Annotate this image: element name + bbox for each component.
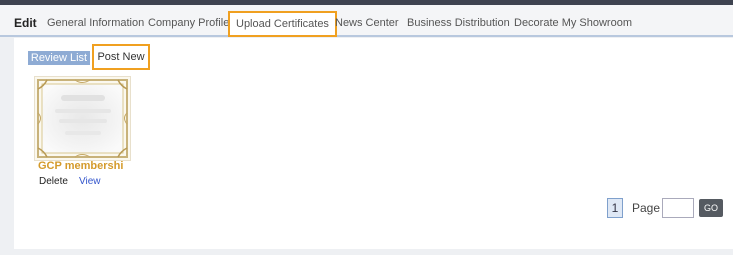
edit-nav-bar: Edit General Information Company Profile… bbox=[0, 5, 733, 37]
certificates-panel: Review List Post New GCP membershi Delet… bbox=[14, 38, 733, 249]
tab-decorate-my-showroom[interactable]: Decorate My Showroom bbox=[514, 17, 632, 29]
post-new-button[interactable]: Post New bbox=[92, 44, 150, 70]
view-link[interactable]: View bbox=[79, 176, 101, 187]
tab-general-information[interactable]: General Information bbox=[47, 17, 144, 29]
review-list-button[interactable]: Review List bbox=[28, 51, 90, 65]
certificate-title[interactable]: GCP membershi bbox=[38, 160, 123, 172]
edit-heading: Edit bbox=[14, 16, 37, 30]
page-label: Page bbox=[632, 201, 661, 215]
go-button[interactable]: GO bbox=[699, 199, 723, 217]
tab-company-profile[interactable]: Company Profile bbox=[148, 17, 229, 29]
certificate-thumbnail[interactable] bbox=[34, 76, 131, 161]
delete-link[interactable]: Delete bbox=[39, 176, 68, 187]
tab-news-center[interactable]: News Center bbox=[335, 17, 399, 29]
certificate-frame-icon bbox=[35, 77, 130, 160]
page-number-input[interactable] bbox=[662, 198, 694, 218]
tab-upload-certificates[interactable]: Upload Certificates bbox=[228, 11, 337, 37]
tab-business-distribution[interactable]: Business Distribution bbox=[407, 17, 510, 29]
page-number-current[interactable]: 1 bbox=[607, 198, 623, 218]
